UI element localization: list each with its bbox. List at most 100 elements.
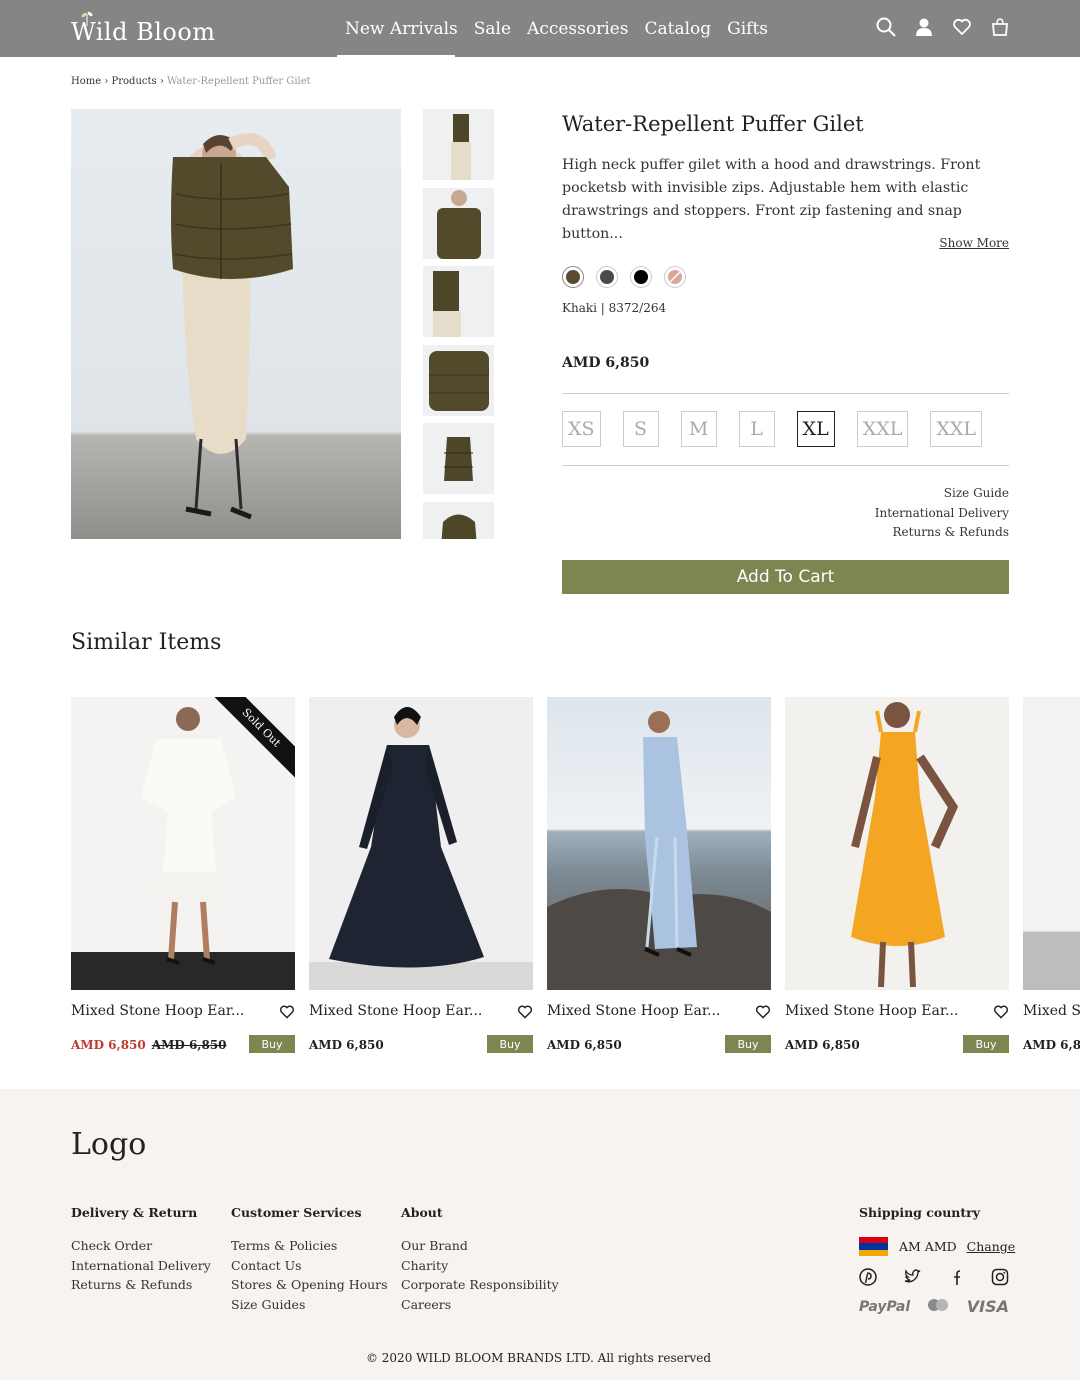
size-option[interactable]: XXL — [856, 411, 909, 447]
footer-column-title: Delivery & Return — [71, 1205, 198, 1220]
product-description: High neck puffer gilet with a hood and d… — [562, 157, 981, 242]
color-code: Khaki | 8372/264 — [562, 301, 667, 315]
thumbnail-6[interactable] — [423, 501, 494, 539]
breadcrumb-home[interactable]: Home — [71, 76, 101, 87]
footer-link[interactable]: Our Brand — [401, 1236, 559, 1256]
international-delivery-link[interactable]: International Delivery — [875, 504, 1009, 524]
armenia-flag-icon — [859, 1237, 888, 1256]
nav-catalog[interactable]: Catalog — [644, 19, 711, 39]
wishlist-heart-icon[interactable] — [993, 1004, 1009, 1020]
footer-column-title: Customer Services — [231, 1205, 362, 1220]
size-selector: XS S M L XL XXL XXL — [562, 411, 983, 447]
footer-link[interactable]: Returns & Refunds — [71, 1275, 211, 1295]
product-card-image[interactable] — [785, 697, 1009, 990]
color-swatch[interactable] — [664, 266, 686, 288]
site-footer: Logo Delivery & Return Check Order Inter… — [0, 1089, 1080, 1380]
visa-logo: VISA — [966, 1297, 1009, 1316]
thumbnail-2[interactable] — [423, 187, 494, 259]
footer-link[interactable]: Corporate Responsibility — [401, 1275, 559, 1295]
color-swatch[interactable] — [630, 266, 652, 288]
size-option[interactable]: XXL — [930, 411, 983, 447]
buy-button[interactable]: Buy — [487, 1035, 533, 1053]
product-card-name[interactable]: Mixed Stone Hoop Ear... — [547, 1003, 720, 1019]
add-to-cart-button[interactable]: Add To Cart — [562, 560, 1009, 594]
divider — [562, 465, 1009, 466]
footer-column-delivery: Delivery & Return Check Order Internatio… — [71, 1205, 211, 1295]
header-actions — [876, 17, 1010, 37]
footer-link[interactable]: Stores & Opening Hours — [231, 1275, 388, 1295]
thumbnail-1[interactable] — [423, 109, 494, 180]
product-card-image[interactable] — [309, 697, 533, 990]
product-main-image[interactable] — [71, 109, 401, 539]
size-option[interactable]: S — [622, 411, 659, 447]
payment-methods: PayPal VISA — [859, 1297, 1009, 1316]
size-option[interactable]: M — [680, 411, 717, 447]
product-card-image[interactable] — [547, 697, 771, 990]
breadcrumb-current: Water-Repellent Puffer Gilet — [167, 76, 311, 87]
main-nav: New Arrivals Sale Accessories Catalog Gi… — [337, 0, 776, 57]
footer-link[interactable]: Check Order — [71, 1236, 211, 1256]
product-card-image[interactable] — [1023, 697, 1080, 990]
shipping-country: Shipping country AM AMD Change PayPal VI… — [859, 1205, 1015, 1316]
paypal-logo: PayPal — [859, 1298, 911, 1315]
footer-link[interactable]: Contact Us — [231, 1256, 388, 1276]
product-info-links: Size Guide International Delivery Return… — [875, 484, 1009, 543]
footer-logo[interactable]: Logo — [71, 1127, 146, 1162]
bag-icon[interactable] — [990, 17, 1010, 37]
site-header: Wild Bloom New Arrivals Sale Accessories… — [0, 0, 1080, 57]
footer-link[interactable]: Size Guides — [231, 1295, 388, 1315]
product-card-price: AMD 6,85 — [1023, 1038, 1080, 1052]
color-swatch[interactable] — [562, 266, 584, 288]
footer-column-title: About — [401, 1205, 443, 1220]
product-card-name[interactable]: Mixed Stone Hoop Ear... — [309, 1003, 482, 1019]
show-more-link[interactable]: Show More — [939, 236, 1009, 250]
product-card[interactable]: Sold Out Mixed Stone Hoop Ear... AMD 6,8… — [71, 697, 295, 1053]
nav-sale[interactable]: Sale — [474, 19, 511, 39]
product-card-name[interactable]: Mixed Stone Hoop Ear... — [71, 1003, 244, 1019]
thumbnail-4[interactable] — [423, 344, 494, 416]
site-logo[interactable]: Wild Bloom — [71, 18, 216, 46]
product-card-price: AMD 6,850 — [547, 1038, 622, 1052]
breadcrumb-products[interactable]: Products — [112, 76, 157, 87]
size-option[interactable]: XL — [796, 411, 835, 447]
user-icon[interactable] — [914, 17, 934, 37]
pinterest-icon[interactable] — [859, 1268, 877, 1286]
footer-link[interactable]: Terms & Policies — [231, 1236, 388, 1256]
wishlist-heart-icon[interactable] — [279, 1004, 295, 1020]
thumbnail-5[interactable] — [423, 423, 494, 494]
facebook-icon[interactable] — [947, 1268, 965, 1286]
buy-button[interactable]: Buy — [249, 1035, 295, 1053]
product-card-image[interactable]: Sold Out — [71, 697, 295, 990]
nav-gifts[interactable]: Gifts — [727, 19, 768, 39]
product-card-name[interactable]: Mixed Stone Hoop Ear... — [785, 1003, 958, 1019]
product-title: Water-Repellent Puffer Gilet — [562, 112, 864, 136]
product-card[interactable]: Mixed Stone Hoop Ear... AMD 6,850 Buy — [309, 697, 533, 1053]
footer-link[interactable]: Charity — [401, 1256, 559, 1276]
footer-link[interactable]: Careers — [401, 1295, 559, 1315]
thumbnail-3[interactable] — [423, 266, 494, 337]
wishlist-heart-icon[interactable] — [517, 1004, 533, 1020]
change-country-link[interactable]: Change — [967, 1239, 1016, 1254]
twitter-icon[interactable] — [903, 1268, 921, 1286]
heart-icon[interactable] — [952, 17, 972, 37]
footer-column-customer-services: Customer Services Terms & Policies Conta… — [231, 1205, 388, 1314]
color-swatch[interactable] — [596, 266, 618, 288]
size-guide-link[interactable]: Size Guide — [875, 484, 1009, 504]
returns-refunds-link[interactable]: Returns & Refunds — [875, 523, 1010, 543]
footer-link[interactable]: International Delivery — [71, 1256, 211, 1276]
instagram-icon[interactable] — [991, 1268, 1009, 1286]
search-icon[interactable] — [876, 17, 896, 37]
sale-price: AMD 6,850 — [71, 1038, 146, 1052]
wishlist-heart-icon[interactable] — [755, 1004, 771, 1020]
product-card[interactable]: Mixed St AMD 6,85 — [1023, 697, 1080, 1067]
shipping-title: Shipping country — [859, 1205, 981, 1220]
size-option[interactable]: L — [738, 411, 775, 447]
nav-new-arrivals[interactable]: New Arrivals — [345, 19, 458, 39]
size-option[interactable]: XS — [562, 411, 601, 447]
product-card[interactable]: Mixed Stone Hoop Ear... AMD 6,850 Buy — [547, 697, 771, 1053]
product-card-name[interactable]: Mixed St — [1023, 1003, 1080, 1019]
buy-button[interactable]: Buy — [963, 1035, 1009, 1053]
buy-button[interactable]: Buy — [725, 1035, 771, 1053]
product-card[interactable]: Mixed Stone Hoop Ear... AMD 6,850 Buy — [785, 697, 1009, 1053]
nav-accessories[interactable]: Accessories — [527, 19, 628, 39]
